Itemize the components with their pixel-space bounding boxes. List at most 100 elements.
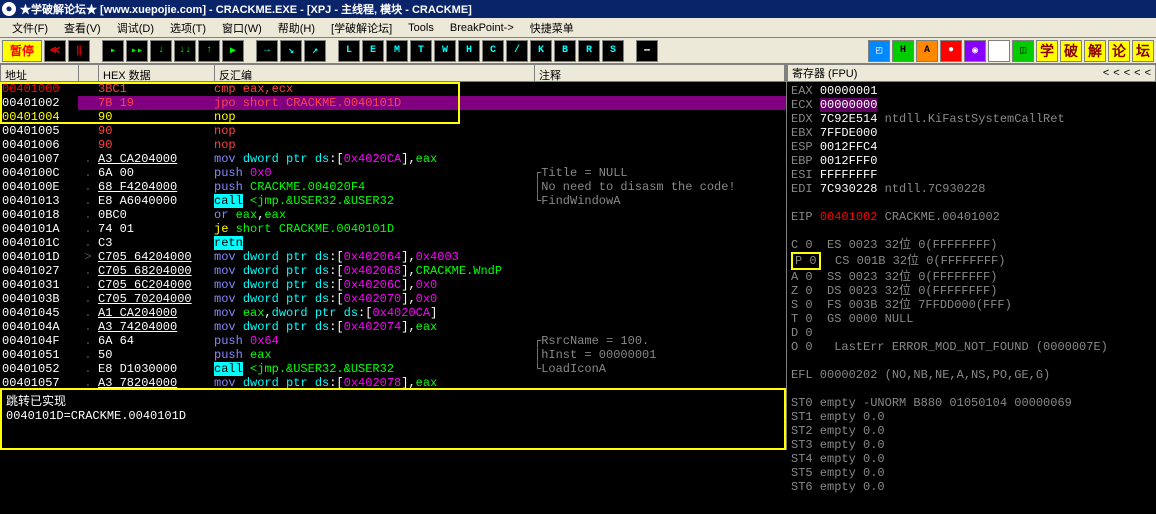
disasm-row[interactable]: 0040100590nop <box>0 124 786 138</box>
menu-item[interactable]: 窗口(W) <box>214 18 270 38</box>
register-ebx[interactable]: EBX 7FFDE000 <box>791 126 1152 140</box>
trace-into-button[interactable]: ↘ <box>280 40 302 62</box>
window-k-button[interactable]: K <box>530 40 552 62</box>
disasm-row[interactable]: 00401045.A1 CA204000mov eax,dword ptr ds… <box>0 306 786 320</box>
window-l-button[interactable]: L <box>338 40 360 62</box>
reg-next3-icon[interactable]: < <box>1134 67 1140 79</box>
disasm-row[interactable]: 004010027B 19jpo short CRACKME.0040101D <box>0 96 786 110</box>
step-over-button[interactable]: ▸▸ <box>126 40 148 62</box>
goto-button[interactable]: → <box>256 40 278 62</box>
disasm-row[interactable]: 00401057.A3 78204000mov dword ptr ds:[0x… <box>0 376 786 388</box>
toggle-button[interactable]: ⋯ <box>636 40 658 62</box>
menu-item[interactable]: 文件(F) <box>4 18 56 38</box>
cn-button[interactable]: 破 <box>1060 40 1082 62</box>
run-button[interactable]: ▶ <box>222 40 244 62</box>
register-esp[interactable]: ESP 0012FFC4 <box>791 140 1152 154</box>
disasm-row[interactable]: 0040100C.6A 00push 0x0┌Title = NULL <box>0 166 786 180</box>
flag-t[interactable]: T 0 GS 0000 NULL <box>791 312 1152 326</box>
disasm-row[interactable]: 0040104F.6A 64push 0x64┌RsrcName = 100. <box>0 334 786 348</box>
col-hex: HEX 数据 <box>99 65 215 81</box>
menu-item[interactable]: 查看(V) <box>56 18 109 38</box>
menu-item[interactable]: Tools <box>400 20 442 36</box>
reg-prev-icon[interactable]: < <box>1103 67 1109 79</box>
register-ebp[interactable]: EBP 0012FFF0 <box>791 154 1152 168</box>
disasm-row[interactable]: 00401031.C705 6C204000mov dword ptr ds:[… <box>0 278 786 292</box>
menu-item[interactable]: 调试(D) <box>109 18 162 38</box>
menu-item[interactable]: 选项(T) <box>162 18 214 38</box>
execute-till-return-button[interactable]: ↑ <box>198 40 220 62</box>
registers-pane[interactable]: EAX 00000001ECX 00000000EDX 7C92E514 ntd… <box>787 82 1156 496</box>
disasm-row[interactable]: 0040101D>C705 64204000mov dword ptr ds:[… <box>0 250 786 264</box>
fpu-line: ST2 empty 0.0 <box>791 424 1152 438</box>
app-icon: ⏺ <box>2 2 16 16</box>
step-into-button[interactable]: ▸ <box>102 40 124 62</box>
disasm-row[interactable]: 0040103B.C705 70204000mov dword ptr ds:[… <box>0 292 786 306</box>
animate-into-button[interactable]: ↓ <box>150 40 172 62</box>
disasm-row[interactable]: 0040101A.74 01je short CRACKME.0040101D <box>0 222 786 236</box>
disasm-row[interactable]: 0040100E.68 F4204000push CRACKME.004020F… <box>0 180 786 194</box>
window-e-button[interactable]: E <box>362 40 384 62</box>
fpu-line: ST0 empty -UNORM B880 01050104 00000069 <box>791 396 1152 410</box>
disasm-row[interactable]: 00401027.C705 68204000mov dword ptr ds:[… <box>0 264 786 278</box>
flag-c[interactable]: C 0 ES 0023 32位 0(FFFFFFFF) <box>791 238 1152 252</box>
flag-a[interactable]: A 0 SS 0023 32位 0(FFFFFFFF) <box>791 270 1152 284</box>
stop-button[interactable]: ‖ <box>68 40 90 62</box>
reg-next-icon[interactable]: < <box>1113 67 1119 79</box>
window-/-button[interactable]: / <box>506 40 528 62</box>
menu-item[interactable]: [学破解论坛] <box>323 18 400 38</box>
disasm-row[interactable]: 00401013.E8 A6040000call <jmp.&USER32.&U… <box>0 194 786 208</box>
menu-item[interactable]: 帮助(H) <box>270 18 323 38</box>
cn-button[interactable]: 坛 <box>1132 40 1154 62</box>
register-eip[interactable]: EIP 00401002 CRACKME.00401002 <box>791 210 1152 224</box>
pause-button[interactable]: 暂停 <box>2 40 42 62</box>
disasm-row[interactable]: 00401052.E8 D1030000call <jmp.&USER32.&U… <box>0 362 786 376</box>
plugin-4-button[interactable]: ● <box>940 40 962 62</box>
flag-s[interactable]: S 0 FS 003B 32位 7FFDD000(FFF) <box>791 298 1152 312</box>
cn-button[interactable]: 解 <box>1084 40 1106 62</box>
trace-over-button[interactable]: ↗ <box>304 40 326 62</box>
register-edx[interactable]: EDX 7C92E514 ntdll.KiFastSystemCallRet <box>791 112 1152 126</box>
disassembly-pane[interactable]: 地址 HEX 数据 反汇编 注释 004010003BC1cmp eax,ecx… <box>0 64 786 388</box>
window-w-button[interactable]: W <box>434 40 456 62</box>
flag-p[interactable]: P 0 CS 001B 32位 0(FFFFFFFF) <box>791 252 1152 270</box>
animate-over-button[interactable]: ↓↓ <box>174 40 196 62</box>
window-t-button[interactable]: T <box>410 40 432 62</box>
window-h-button[interactable]: H <box>458 40 480 62</box>
disasm-row[interactable]: 0040101C.C3retn <box>0 236 786 250</box>
reg-next4-icon[interactable]: < <box>1145 67 1151 79</box>
window-s-button[interactable]: S <box>602 40 624 62</box>
register-ecx[interactable]: ECX 00000000 <box>791 98 1152 112</box>
plugin-3-button[interactable]: A <box>916 40 938 62</box>
fpu-line: ST4 empty 0.0 <box>791 452 1152 466</box>
menu-item[interactable]: BreakPoint-> <box>442 20 522 36</box>
plugin-7-button[interactable]: ◫ <box>1012 40 1034 62</box>
flag-z[interactable]: Z 0 DS 0023 32位 0(FFFFFFFF) <box>791 284 1152 298</box>
plugin-6-button[interactable]: ⊞ <box>988 40 1010 62</box>
window-title: ★学破解论坛★ [www.xuepojie.com] - CRACKME.EXE… <box>20 1 472 17</box>
plugin-1-button[interactable]: ◰ <box>868 40 890 62</box>
register-edi[interactable]: EDI 7C930228 ntdll.7C930228 <box>791 182 1152 196</box>
register-esi[interactable]: ESI FFFFFFFF <box>791 168 1152 182</box>
disasm-row[interactable]: 0040100490nop <box>0 110 786 124</box>
disasm-row[interactable]: 00401018.0BC0or eax,eax <box>0 208 786 222</box>
window-m-button[interactable]: M <box>386 40 408 62</box>
menu-bar: 文件(F)查看(V)调试(D)选项(T)窗口(W)帮助(H)[学破解论坛]Too… <box>0 18 1156 38</box>
reg-next2-icon[interactable]: < <box>1124 67 1130 79</box>
flag-o[interactable]: O 0 LastErr ERROR_MOD_NOT_FOUND (0000007… <box>791 340 1152 354</box>
plugin-2-button[interactable]: H <box>892 40 914 62</box>
disasm-row[interactable]: 0040104A.A3 74204000mov dword ptr ds:[0x… <box>0 320 786 334</box>
disasm-row[interactable]: 00401007.A3 CA204000mov dword ptr ds:[0x… <box>0 152 786 166</box>
disasm-row[interactable]: 0040100690nop <box>0 138 786 152</box>
register-eax[interactable]: EAX 00000001 <box>791 84 1152 98</box>
window-b-button[interactable]: B <box>554 40 576 62</box>
disasm-row[interactable]: 00401051.50push eax│hInst = 00000001 <box>0 348 786 362</box>
menu-item[interactable]: 快捷菜单 <box>522 18 582 38</box>
cn-button[interactable]: 学 <box>1036 40 1058 62</box>
restart-button[interactable]: ≪ <box>44 40 66 62</box>
disasm-row[interactable]: 004010003BC1cmp eax,ecx <box>0 82 786 96</box>
window-c-button[interactable]: C <box>482 40 504 62</box>
plugin-5-button[interactable]: ◉ <box>964 40 986 62</box>
window-r-button[interactable]: R <box>578 40 600 62</box>
cn-button[interactable]: 论 <box>1108 40 1130 62</box>
flag-d[interactable]: D 0 <box>791 326 1152 340</box>
